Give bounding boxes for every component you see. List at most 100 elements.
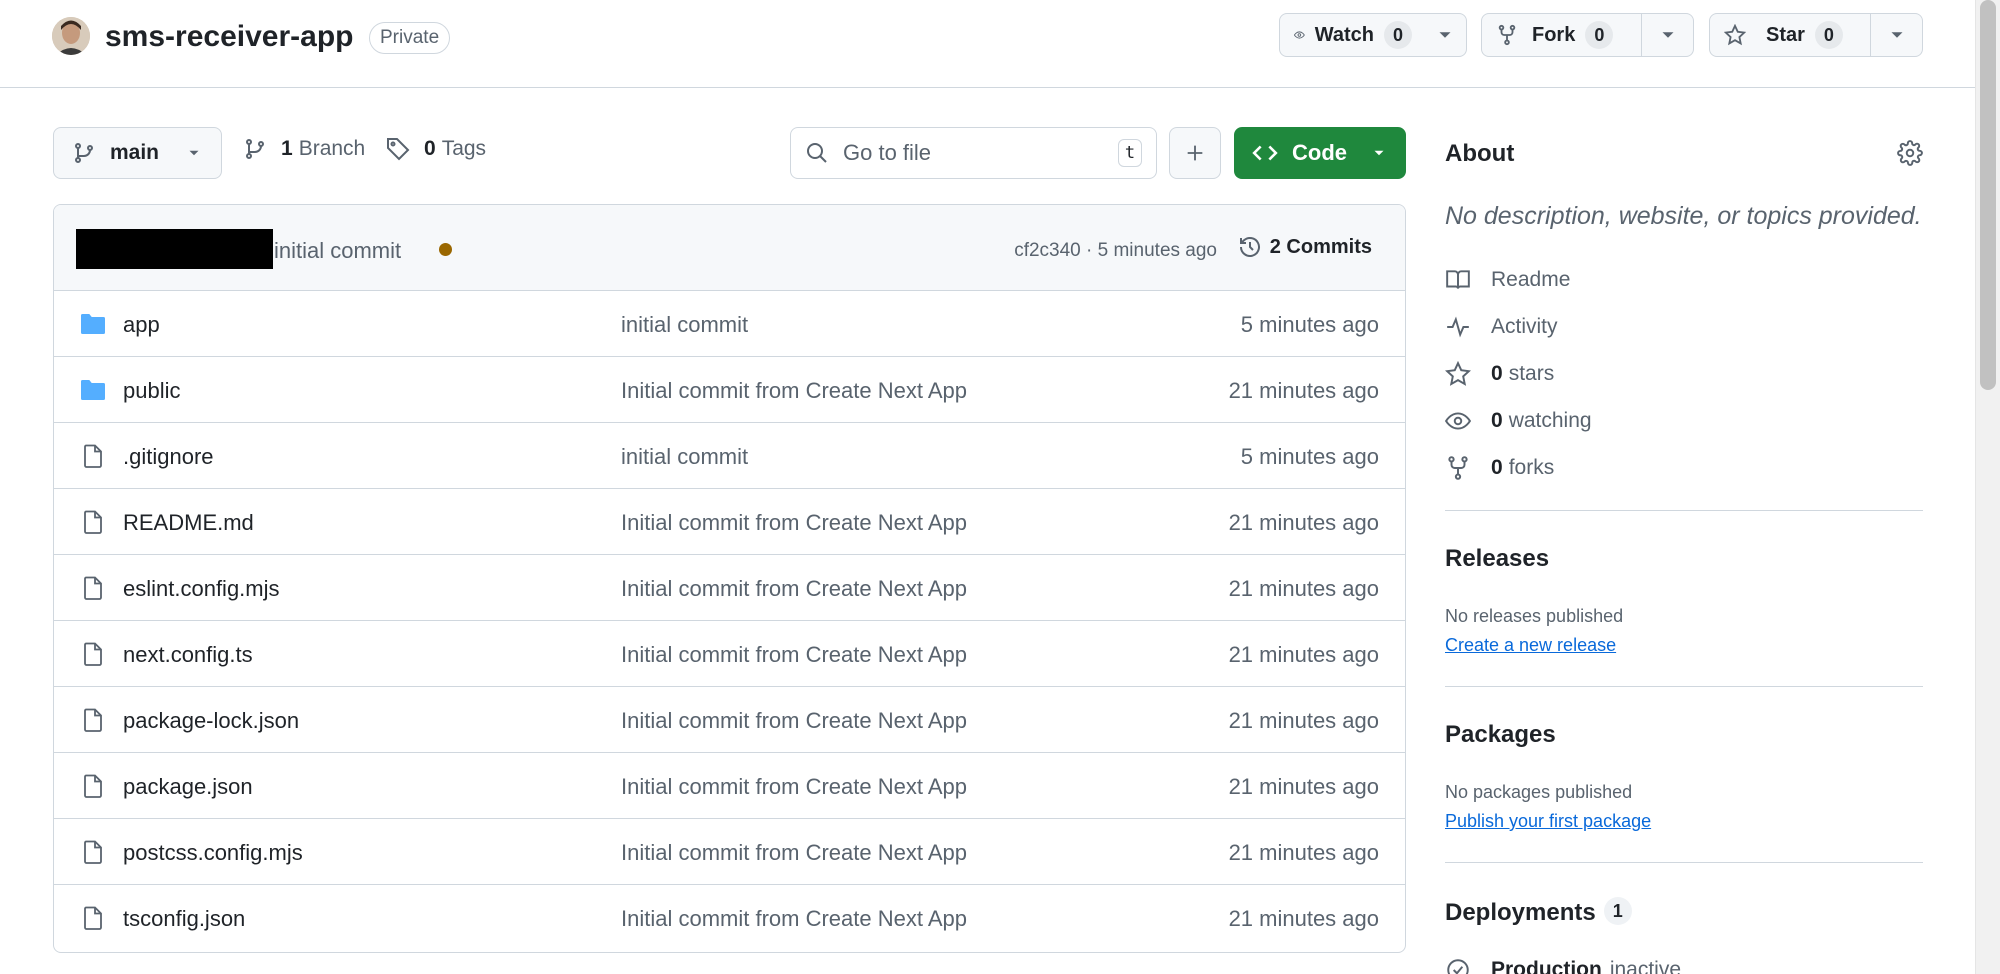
search-icon (807, 143, 827, 163)
file-commit-age: 21 minutes ago (1228, 378, 1379, 403)
file-commit-age: 21 minutes ago (1228, 510, 1379, 535)
file-commit-message[interactable]: Initial commit from Create Next App (621, 576, 967, 602)
file-commit-message[interactable]: Initial commit from Create Next App (621, 906, 967, 932)
file-row[interactable]: README.md Initial commit from Create Next… (54, 489, 1405, 555)
branch-selector[interactable]: main (53, 127, 222, 179)
commits-history-link[interactable]: 2 Commits (1238, 235, 1372, 259)
tag-icon (387, 138, 410, 161)
latest-commit-meta[interactable]: cf2c340 · 5 minutes ago (1014, 240, 1217, 262)
scrollbar-thumb[interactable] (1980, 0, 1996, 390)
stars-count: 0 (1491, 362, 1503, 385)
file-commit-age: 21 minutes ago (1228, 576, 1379, 601)
star-button[interactable]: Star 0 (1709, 13, 1923, 57)
file-row[interactable]: public Initial commit from Create Next Ap… (54, 357, 1405, 423)
fork-label: Fork (1532, 23, 1576, 46)
file-name[interactable]: postcss.config.mjs (123, 840, 303, 866)
chevron-down-icon (1439, 32, 1451, 38)
file-commit-message[interactable]: Initial commit from Create Next App (621, 642, 967, 668)
branches-link[interactable]: 1 Branch (243, 137, 365, 161)
latest-commit-message[interactable]: initial commit (274, 238, 401, 264)
file-row[interactable]: next.config.ts Initial commit from Create… (54, 621, 1405, 687)
branch-name: main (110, 141, 160, 164)
publish-package-link[interactable]: Publish your first package (1445, 811, 1651, 832)
file-row[interactable]: app initial commit 5 minutes ago (54, 291, 1405, 357)
stars-label: stars (1508, 362, 1555, 385)
repo-name[interactable]: sms-receiver-app (105, 20, 353, 54)
branches-count: 1 (281, 137, 293, 160)
file-commit-message[interactable]: Initial commit from Create Next App (621, 378, 967, 404)
file-commit-message[interactable]: Initial commit from Create Next App (621, 510, 967, 536)
fork-count: 0 (1585, 21, 1614, 49)
file-icon (80, 708, 106, 732)
file-row[interactable]: .gitignore initial commit 5 minutes ago (54, 423, 1405, 489)
environment-status: inactive (1609, 958, 1682, 974)
about-description: No description, website, or topics provi… (1445, 202, 1922, 230)
file-commit-message[interactable]: initial commit (621, 312, 748, 338)
file-name[interactable]: next.config.ts (123, 642, 253, 668)
deployments-heading[interactable]: Deployments 1 (1445, 897, 1632, 927)
activity-label: Activity (1491, 315, 1558, 338)
file-row[interactable]: tsconfig.json Initial commit from Create … (54, 885, 1405, 951)
deployments-title: Deployments (1445, 899, 1596, 926)
file-commit-age: 21 minutes ago (1228, 642, 1379, 667)
file-name[interactable]: README.md (123, 510, 254, 536)
file-name[interactable]: public (123, 378, 180, 404)
code-label: Code (1292, 140, 1347, 165)
page-scrollbar[interactable] (1975, 0, 2000, 974)
file-row[interactable]: package-lock.json Initial commit from Cre… (54, 687, 1405, 753)
packages-heading[interactable]: Packages (1445, 721, 1556, 749)
file-commit-age: 21 minutes ago (1228, 840, 1379, 865)
commit-status-dot[interactable] (439, 243, 452, 256)
file-row[interactable]: package.json Initial commit from Create N… (54, 753, 1405, 819)
deployment-environment[interactable]: Production inactive (1445, 957, 1681, 974)
repo-header: sms-receiver-app Private Watch 0 Fork 0 … (0, 0, 1975, 88)
releases-heading[interactable]: Releases (1445, 545, 1549, 573)
forks-label: forks (1508, 456, 1555, 479)
watch-dropdown[interactable] (1426, 14, 1464, 56)
add-file-button[interactable] (1169, 127, 1221, 179)
owner-avatar[interactable] (52, 17, 90, 55)
activity-link[interactable]: Activity (1445, 314, 1558, 340)
chevron-down-icon (1891, 32, 1902, 38)
stars-link[interactable]: 0 stars (1445, 361, 1554, 387)
watching-link[interactable]: 0 watching (1445, 408, 1592, 434)
create-release-link[interactable]: Create a new release (1445, 635, 1616, 656)
go-to-file-input[interactable]: Go to file t (790, 127, 1157, 179)
code-icon (1252, 145, 1278, 161)
forks-count: 0 (1491, 456, 1503, 479)
releases-empty-text: No releases published (1445, 606, 1624, 626)
fork-button[interactable]: Fork 0 (1481, 13, 1694, 57)
history-icon (1239, 237, 1260, 257)
star-dropdown[interactable] (1870, 14, 1922, 56)
watch-button[interactable]: Watch 0 (1279, 13, 1467, 57)
branch-icon (246, 139, 264, 159)
fork-dropdown[interactable] (1641, 14, 1693, 56)
file-browser: initial commit cf2c340 · 5 minutes ago 2… (53, 204, 1406, 953)
file-name[interactable]: .gitignore (123, 444, 214, 470)
file-commit-message[interactable]: Initial commit from Create Next App (621, 708, 967, 734)
file-name[interactable]: eslint.config.mjs (123, 576, 280, 602)
go-to-file-placeholder: Go to file (843, 140, 932, 165)
chevron-down-icon (189, 150, 199, 156)
star-label: Star (1766, 23, 1805, 46)
watch-count: 0 (1384, 21, 1412, 49)
file-commit-age: 21 minutes ago (1228, 708, 1379, 733)
file-name[interactable]: package.json (123, 774, 253, 800)
eye-icon (1445, 412, 1471, 430)
gear-icon[interactable] (1897, 140, 1923, 166)
file-name[interactable]: app (123, 312, 160, 338)
tags-link[interactable]: 0 Tags (386, 137, 486, 161)
file-name[interactable]: package-lock.json (123, 708, 299, 734)
readme-link[interactable]: Readme (1445, 267, 1570, 293)
file-commit-message[interactable]: Initial commit from Create Next App (621, 840, 967, 866)
file-name[interactable]: tsconfig.json (123, 906, 245, 932)
file-commit-message[interactable]: Initial commit from Create Next App (621, 774, 967, 800)
deployments-count: 1 (1603, 897, 1632, 925)
file-row[interactable]: eslint.config.mjs Initial commit from Cre… (54, 555, 1405, 621)
watch-label: Watch (1314, 23, 1374, 46)
file-commit-message[interactable]: initial commit (621, 444, 748, 470)
forks-link[interactable]: 0 forks (1445, 455, 1554, 481)
file-commit-age: 5 minutes ago (1240, 444, 1379, 469)
file-row[interactable]: postcss.config.mjs Initial commit from Cr… (54, 819, 1405, 885)
code-button[interactable]: Code (1234, 127, 1406, 179)
